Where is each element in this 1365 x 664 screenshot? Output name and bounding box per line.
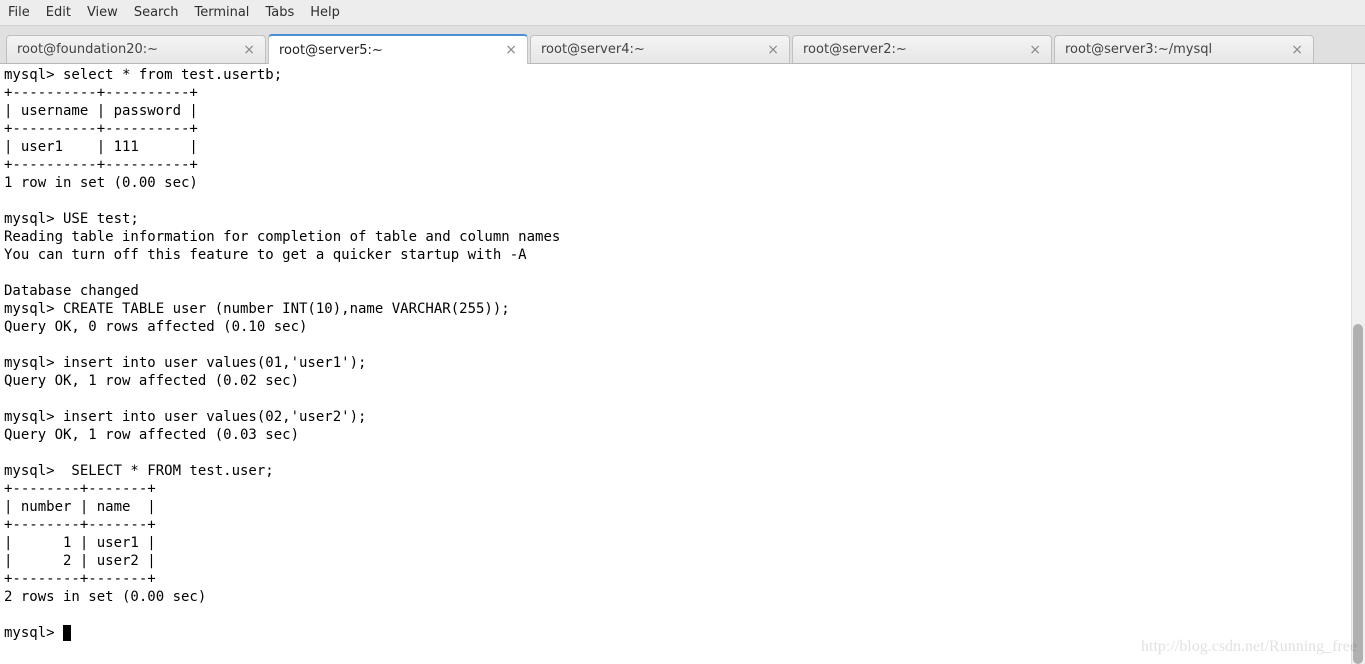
- close-icon[interactable]: ×: [767, 43, 779, 57]
- tab-label: root@server2:~: [803, 42, 907, 57]
- tab-label: root@server3:~/mysql: [1065, 42, 1212, 57]
- tab-server2[interactable]: root@server2:~ ×: [792, 35, 1052, 63]
- close-icon[interactable]: ×: [505, 43, 517, 57]
- tab-server3-mysql[interactable]: root@server3:~/mysql ×: [1054, 35, 1314, 63]
- menu-file[interactable]: File: [8, 5, 30, 20]
- tab-foundation20[interactable]: root@foundation20:~ ×: [6, 35, 266, 63]
- tab-server5[interactable]: root@server5:~ ×: [268, 34, 528, 64]
- tab-server4[interactable]: root@server4:~ ×: [530, 35, 790, 63]
- menu-edit[interactable]: Edit: [46, 5, 71, 20]
- tab-label: root@foundation20:~: [17, 42, 158, 57]
- scrollbar-track[interactable]: [1351, 64, 1365, 664]
- scrollbar-thumb[interactable]: [1353, 324, 1363, 664]
- close-icon[interactable]: ×: [243, 43, 255, 57]
- menubar: File Edit View Search Terminal Tabs Help: [0, 0, 1365, 26]
- cursor-icon: [63, 625, 71, 641]
- close-icon[interactable]: ×: [1029, 43, 1041, 57]
- menu-terminal[interactable]: Terminal: [194, 5, 249, 20]
- terminal-output[interactable]: mysql> select * from test.usertb; +-----…: [0, 64, 1365, 664]
- tab-label: root@server4:~: [541, 42, 645, 57]
- tabbar: root@foundation20:~ × root@server5:~ × r…: [0, 26, 1365, 64]
- menu-search[interactable]: Search: [134, 5, 179, 20]
- tab-label: root@server5:~: [279, 43, 383, 58]
- menu-help[interactable]: Help: [310, 5, 340, 20]
- menu-view[interactable]: View: [87, 5, 118, 20]
- menu-tabs[interactable]: Tabs: [265, 5, 294, 20]
- close-icon[interactable]: ×: [1291, 43, 1303, 57]
